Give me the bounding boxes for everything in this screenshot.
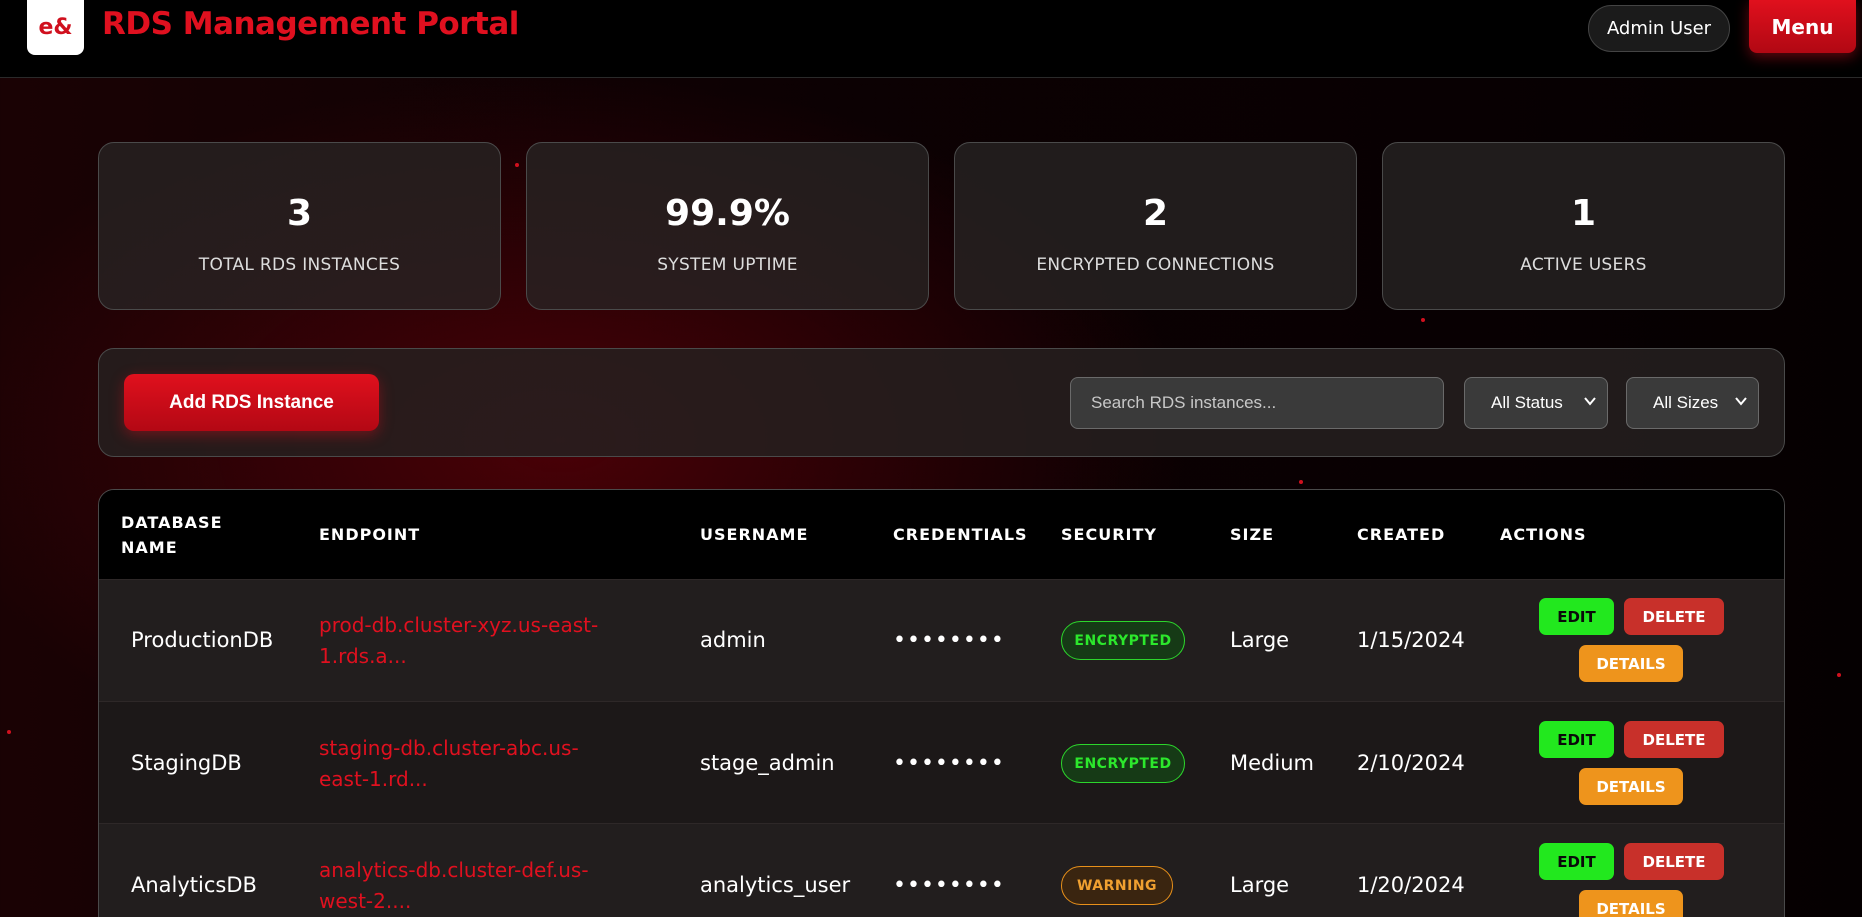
cell-created: 1/20/2024: [1357, 873, 1465, 897]
user-button[interactable]: Admin User: [1588, 5, 1730, 52]
table-row: ProductionDB prod-db.cluster-xyz.us-east…: [99, 579, 1784, 701]
cell-created: 1/15/2024: [1357, 628, 1465, 652]
endpoint-line: analytics-db.cluster-def.us-: [319, 858, 589, 882]
cell-size: Large: [1230, 873, 1290, 897]
size-filter-value: All Sizes: [1653, 393, 1719, 412]
search-input[interactable]: [1070, 377, 1444, 429]
cell-database-name: AnalyticsDB: [131, 873, 257, 897]
menu-button[interactable]: Menu: [1749, 0, 1856, 53]
table-row: StagingDB staging-db.cluster-abc.us- eas…: [99, 701, 1784, 823]
stat-card-total-instances: 3 TOTAL RDS INSTANCES: [98, 142, 501, 310]
decorative-dot: [515, 163, 519, 167]
header-username: USERNAME: [700, 525, 809, 544]
delete-button[interactable]: DELETE: [1624, 721, 1724, 758]
cell-credentials: ••••••••: [893, 873, 1005, 898]
brand-logo[interactable]: e&: [27, 0, 84, 55]
decorative-dot: [1299, 480, 1303, 484]
stat-value: 99.9%: [665, 193, 790, 234]
stat-label: TOTAL RDS INSTANCES: [198, 255, 401, 275]
header-line: NAME: [121, 538, 178, 557]
stat-label: ACTIVE USERS: [1520, 255, 1647, 275]
decorative-dot: [7, 730, 11, 734]
endpoint-line: prod-db.cluster-xyz.us-east-: [319, 613, 599, 637]
app-title: RDS Management Portal: [102, 6, 519, 42]
endpoint-line: east-1.rd...: [319, 767, 428, 791]
header-security: SECURITY: [1061, 525, 1157, 544]
cell-size: Large: [1230, 628, 1290, 652]
edit-button[interactable]: EDIT: [1539, 843, 1614, 880]
header-credentials: CREDENTIALS: [893, 525, 1028, 544]
cell-endpoint-link[interactable]: prod-db.cluster-xyz.us-east- 1.rds.a...: [319, 610, 649, 672]
stat-label: ENCRYPTED CONNECTIONS: [1036, 255, 1275, 275]
status-filter-value: All Status: [1491, 393, 1563, 412]
header-created: CREATED: [1357, 525, 1446, 544]
endpoint-line: staging-db.cluster-abc.us-: [319, 736, 579, 760]
chevron-down-icon: [1584, 397, 1596, 406]
header-database-name: DATABASE NAME: [121, 510, 223, 560]
stat-card-active-users: 1 ACTIVE USERS: [1382, 142, 1785, 310]
decorative-dot: [1837, 673, 1841, 677]
stat-label: SYSTEM UPTIME: [657, 255, 798, 275]
security-badge-encrypted: ENCRYPTED: [1061, 744, 1185, 783]
table-header: DATABASE NAME ENDPOINT USERNAME CREDENTI…: [99, 490, 1784, 579]
chevron-down-icon: [1735, 397, 1747, 406]
cell-credentials: ••••••••: [893, 751, 1005, 776]
stat-card-encrypted: 2 ENCRYPTED CONNECTIONS: [954, 142, 1357, 310]
cell-database-name: StagingDB: [131, 751, 242, 775]
delete-button[interactable]: DELETE: [1624, 843, 1724, 880]
cell-size: Medium: [1230, 751, 1314, 775]
size-filter-select[interactable]: All Sizes: [1626, 377, 1759, 429]
details-button[interactable]: DETAILS: [1579, 768, 1683, 805]
cell-endpoint-link[interactable]: analytics-db.cluster-def.us- west-2....: [319, 855, 649, 917]
table-row: AnalyticsDB analytics-db.cluster-def.us-…: [99, 823, 1784, 917]
edit-button[interactable]: EDIT: [1539, 598, 1614, 635]
cell-username: stage_admin: [700, 751, 835, 775]
endpoint-line: west-2....: [319, 889, 412, 913]
decorative-dot: [1421, 318, 1425, 322]
cell-created: 2/10/2024: [1357, 751, 1465, 775]
cell-credentials: ••••••••: [893, 628, 1005, 653]
stat-value: 1: [1570, 193, 1597, 234]
stat-value: 2: [1142, 193, 1169, 234]
delete-button[interactable]: DELETE: [1624, 598, 1724, 635]
cell-username: analytics_user: [700, 873, 851, 897]
cell-database-name: ProductionDB: [131, 628, 274, 652]
add-rds-instance-button[interactable]: Add RDS Instance: [124, 374, 379, 431]
header-endpoint: ENDPOINT: [319, 525, 421, 544]
details-button[interactable]: DETAILS: [1579, 890, 1683, 917]
rds-instances-table: DATABASE NAME ENDPOINT USERNAME CREDENTI…: [98, 489, 1785, 917]
stat-card-uptime: 99.9% SYSTEM UPTIME: [526, 142, 929, 310]
status-filter-select[interactable]: All Status: [1464, 377, 1608, 429]
cell-endpoint-link[interactable]: staging-db.cluster-abc.us- east-1.rd...: [319, 733, 649, 795]
toolbar: Add RDS Instance All Status All Sizes: [98, 348, 1785, 457]
header-size: SIZE: [1230, 525, 1275, 544]
security-badge-encrypted: ENCRYPTED: [1061, 621, 1185, 660]
stat-value: 3: [286, 193, 313, 234]
details-button[interactable]: DETAILS: [1579, 645, 1683, 682]
top-bar: e& RDS Management Portal Admin User Menu: [0, 0, 1862, 78]
cell-username: admin: [700, 628, 766, 652]
header-line: DATABASE: [121, 513, 223, 532]
edit-button[interactable]: EDIT: [1539, 721, 1614, 758]
endpoint-line: 1.rds.a...: [319, 644, 407, 668]
header-actions: ACTIONS: [1500, 525, 1587, 544]
security-badge-warning: WARNING: [1061, 866, 1173, 905]
